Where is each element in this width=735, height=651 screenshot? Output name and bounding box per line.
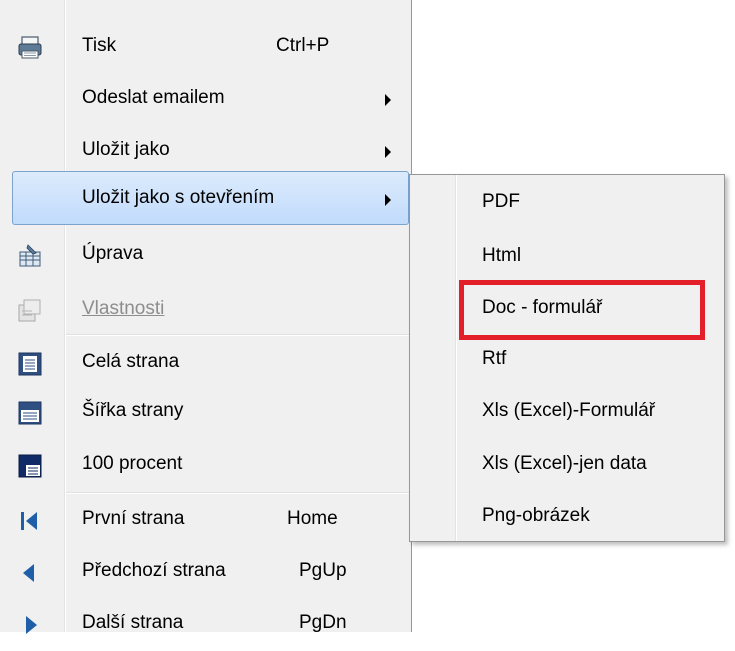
submenu-item-label: Rtf	[482, 348, 507, 369]
menu-item-label: Další strana	[82, 612, 184, 633]
menu-item-label: Vlastnosti	[82, 298, 165, 319]
menu-item-next-page[interactable]: Další strana PgDn	[0, 598, 410, 651]
menu-item-label: První strana	[82, 508, 185, 529]
menu-item-shortcut: Home	[287, 508, 338, 529]
menu-item-label: Uložit jako s otevřením	[82, 187, 275, 208]
page-width-icon	[18, 401, 42, 425]
previous-page-icon	[18, 561, 40, 583]
save-as-open-submenu: PDF Html Doc - formulář Rtf Xls (Excel)-…	[409, 174, 725, 542]
submenu-arrow-icon	[385, 146, 391, 158]
submenu-arrow-icon	[385, 194, 391, 206]
menu-separator-highlight	[66, 335, 410, 336]
submenu-item-html[interactable]: Html	[410, 231, 724, 284]
submenu-item-label: Xls (Excel)-jen data	[482, 453, 647, 474]
menu-item-whole-page[interactable]: Celá strana	[0, 337, 410, 390]
menu-item-print[interactable]: Tisk Ctrl+P	[0, 21, 410, 74]
submenu-arrow-icon	[385, 94, 391, 106]
menu-item-shortcut: PgDn	[299, 612, 347, 633]
zoom-100-icon	[18, 454, 42, 478]
menu-item-label: Uložit jako	[82, 139, 170, 160]
menu-item-label: Předchozí strana	[82, 560, 226, 581]
menu-item-send-email[interactable]: Odeslat emailem	[0, 73, 410, 126]
menu-item-page-width[interactable]: Šířka strany	[0, 386, 410, 439]
menu-item-edit[interactable]: Úprava	[0, 229, 410, 282]
menu-item-zoom-100[interactable]: 100 procent	[0, 439, 410, 492]
submenu-item-label: Xls (Excel)-Formulář	[482, 400, 656, 421]
submenu-item-png-image[interactable]: Png-obrázek	[410, 491, 724, 544]
submenu-item-label: Png-obrázek	[482, 505, 590, 526]
menu-item-save-as[interactable]: Uložit jako	[0, 125, 410, 178]
properties-icon	[18, 299, 41, 322]
annotation-highlight-box	[459, 280, 705, 340]
submenu-item-label: PDF	[482, 191, 520, 212]
submenu-item-label: Html	[482, 245, 522, 266]
context-menu: Tisk Ctrl+P Odeslat emailem Uložit jako …	[0, 0, 412, 634]
submenu-item-xls-form[interactable]: Xls (Excel)-Formulář	[410, 386, 724, 439]
menu-item-label: Odeslat emailem	[82, 87, 225, 108]
edit-icon	[18, 244, 41, 267]
printer-icon	[18, 36, 42, 59]
menu-item-label: Šířka strany	[82, 400, 184, 421]
menu-item-save-as-and-open[interactable]: Uložit jako s otevřením	[0, 173, 410, 226]
menu-item-label: 100 procent	[82, 453, 183, 474]
menu-item-shortcut: Ctrl+P	[276, 35, 330, 56]
menu-item-first-page[interactable]: První strana Home	[0, 494, 410, 547]
submenu-item-rtf[interactable]: Rtf	[410, 334, 724, 387]
menu-item-label: Úprava	[82, 243, 144, 264]
menu-item-shortcut: PgUp	[299, 560, 347, 581]
submenu-item-pdf[interactable]: PDF	[410, 177, 724, 230]
menu-item-previous-page[interactable]: Předchozí strana PgUp	[0, 546, 410, 599]
menu-item-properties[interactable]: Vlastnosti	[0, 284, 410, 337]
whole-page-icon	[18, 352, 42, 376]
submenu-item-xls-data[interactable]: Xls (Excel)-jen data	[410, 439, 724, 492]
menu-item-label: Tisk	[82, 35, 117, 56]
first-page-icon	[18, 509, 40, 531]
menu-item-label: Celá strana	[82, 351, 180, 372]
